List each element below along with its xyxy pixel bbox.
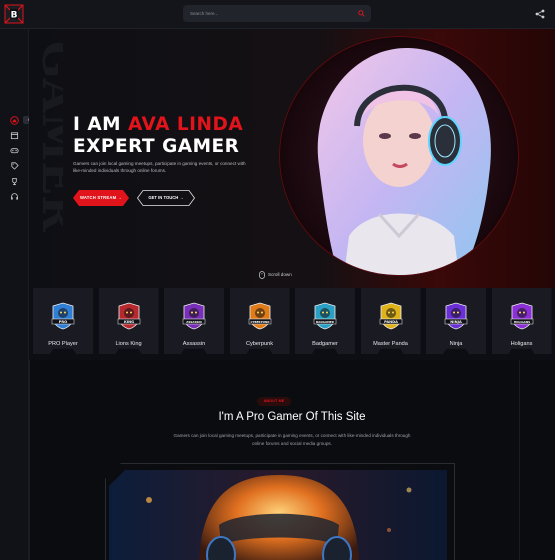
share-icon[interactable] (535, 9, 545, 19)
headphones-icon[interactable] (10, 192, 19, 201)
search-bar (183, 5, 371, 22)
player-emblem-text: HOLIGANS (513, 320, 529, 324)
about-badge: ABOUT ME (257, 397, 291, 406)
cyberpunk-emblem: CYBERPUNK (248, 302, 271, 330)
player-emblem-text: BADGAMER (316, 320, 335, 324)
watch-stream-button[interactable]: WATCH STREAM → (73, 190, 129, 206)
master-panda-emblem: PANDA (379, 302, 402, 330)
search-icon[interactable] (358, 10, 365, 17)
logo-letter: B (11, 11, 18, 21)
gamer-portrait-image (279, 36, 519, 276)
player-name: Badgamer (312, 341, 338, 347)
hero-title-line2: EXPERT GAMER (73, 136, 240, 157)
player-card[interactable]: PRO PRO Player (33, 288, 93, 354)
mouse-icon (259, 271, 265, 279)
player-name: Master Panda (373, 341, 408, 347)
player-card[interactable]: NINJA Ninja (426, 288, 486, 354)
search-input[interactable] (190, 5, 350, 22)
home-icon[interactable] (10, 116, 19, 125)
logo-icon[interactable]: B (4, 4, 24, 24)
guide-line (519, 360, 520, 560)
trophy-icon[interactable] (10, 177, 19, 186)
svg-text:GAMER: GAMER (32, 41, 63, 232)
holigans-emblem: HOLIGANS (510, 302, 533, 330)
players-strip: PRO PRO Player KING Lions King ASSASSIN Assas… (29, 288, 555, 360)
lions-king-emblem: KING (117, 302, 140, 330)
get-in-touch-label: GET IN TOUCH → (148, 195, 184, 200)
player-card[interactable]: PANDA Master Panda (360, 288, 421, 354)
scroll-down[interactable]: Scroll down (259, 271, 292, 279)
hero-background-word: GAMER (32, 41, 63, 232)
player-emblem-text: PANDA (384, 320, 398, 324)
hero-title-name: AVA LINDA (128, 114, 244, 135)
hero-description: Gamers can join local gaming meetups, pa… (73, 161, 246, 174)
hero-section: GAMER I AM AVA LINDA EXPERT GAMER Gamers… (29, 29, 555, 288)
player-name: Lions King (115, 341, 142, 347)
hero-title-prefix: I AM (73, 114, 128, 135)
player-card[interactable]: KING Lions King (98, 288, 159, 354)
player-emblem-text: NINJA (450, 320, 462, 324)
scroll-down-label: Scroll down (268, 272, 292, 277)
player-card[interactable]: HOLIGANS Holigans (491, 288, 552, 354)
player-emblem-text: ASSASSIN (186, 320, 202, 324)
get-in-touch-button[interactable]: GET IN TOUCH → (137, 190, 195, 206)
player-emblem-text: KING (123, 320, 133, 324)
guide-line (29, 360, 30, 560)
pro-player-emblem: PRO (51, 302, 75, 330)
tag-icon[interactable] (10, 161, 19, 170)
player-name: PRO Player (48, 341, 78, 347)
about-title: I'm A Pro Gamer Of This Site (218, 411, 366, 423)
about-description: Gamers can join local gaming meetups, pa… (173, 433, 411, 446)
player-name: Assassin (182, 341, 206, 347)
gamepad-icon[interactable] (10, 146, 19, 155)
about-section: ABOUT ME I'm A Pro Gamer Of This Site Ga… (29, 360, 555, 560)
player-emblem-text: PRO (59, 320, 67, 324)
calendar-icon[interactable] (10, 131, 19, 140)
sidebar (0, 29, 29, 560)
top-bar: B (0, 0, 555, 29)
assassin-emblem: ASSASSIN (182, 302, 206, 330)
player-emblem-text: CYBERPUNK (250, 320, 270, 324)
player-name: Cyberpunk (245, 341, 274, 347)
player-card[interactable]: CYBERPUNK Cyberpunk (229, 288, 290, 354)
gamer-helmet-image (109, 470, 447, 560)
hero-title: I AM AVA LINDA EXPERT GAMER (73, 114, 243, 158)
player-card[interactable]: ASSASSIN Assassin (164, 288, 224, 354)
player-card[interactable]: BADGAMER Badgamer (295, 288, 355, 354)
badgamer-emblem: BADGAMER (313, 302, 337, 330)
ninja-emblem: NINJA (444, 302, 468, 330)
player-name: Holigans (510, 341, 533, 347)
player-name: Ninja (449, 341, 463, 347)
